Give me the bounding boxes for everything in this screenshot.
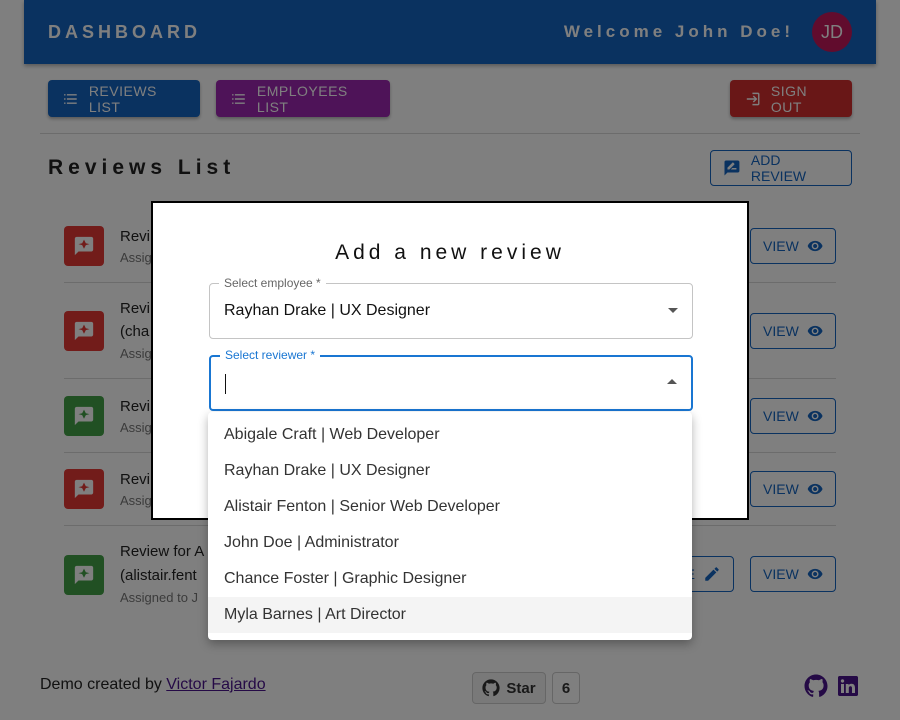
select-reviewer-label: Select reviewer * bbox=[220, 348, 321, 362]
reviewer-dropdown: Abigale Craft | Web Developer Rayhan Dra… bbox=[208, 412, 692, 640]
modal-title: Add a new review bbox=[335, 241, 565, 264]
reviewer-option-highlighted[interactable]: Myla Barnes | Art Director bbox=[208, 597, 692, 633]
select-employee-label: Select employee * bbox=[219, 276, 326, 290]
select-employee-value: Rayhan Drake | UX Designer bbox=[224, 302, 431, 319]
select-reviewer-field[interactable]: Select reviewer * bbox=[209, 348, 693, 411]
chevron-down-icon[interactable] bbox=[668, 308, 678, 313]
reviewer-option[interactable]: Rayhan Drake | UX Designer bbox=[208, 453, 692, 489]
reviewer-option[interactable]: Abigale Craft | Web Developer bbox=[208, 417, 692, 453]
text-caret bbox=[225, 374, 226, 394]
chevron-up-icon[interactable] bbox=[667, 379, 677, 384]
reviewer-option[interactable]: Chance Foster | Graphic Designer bbox=[208, 561, 692, 597]
reviewer-option[interactable]: John Doe | Administrator bbox=[208, 525, 692, 561]
reviewer-option[interactable]: Alistair Fenton | Senior Web Developer bbox=[208, 489, 692, 525]
select-employee-field[interactable]: Select employee * Rayhan Drake | UX Desi… bbox=[209, 276, 693, 339]
